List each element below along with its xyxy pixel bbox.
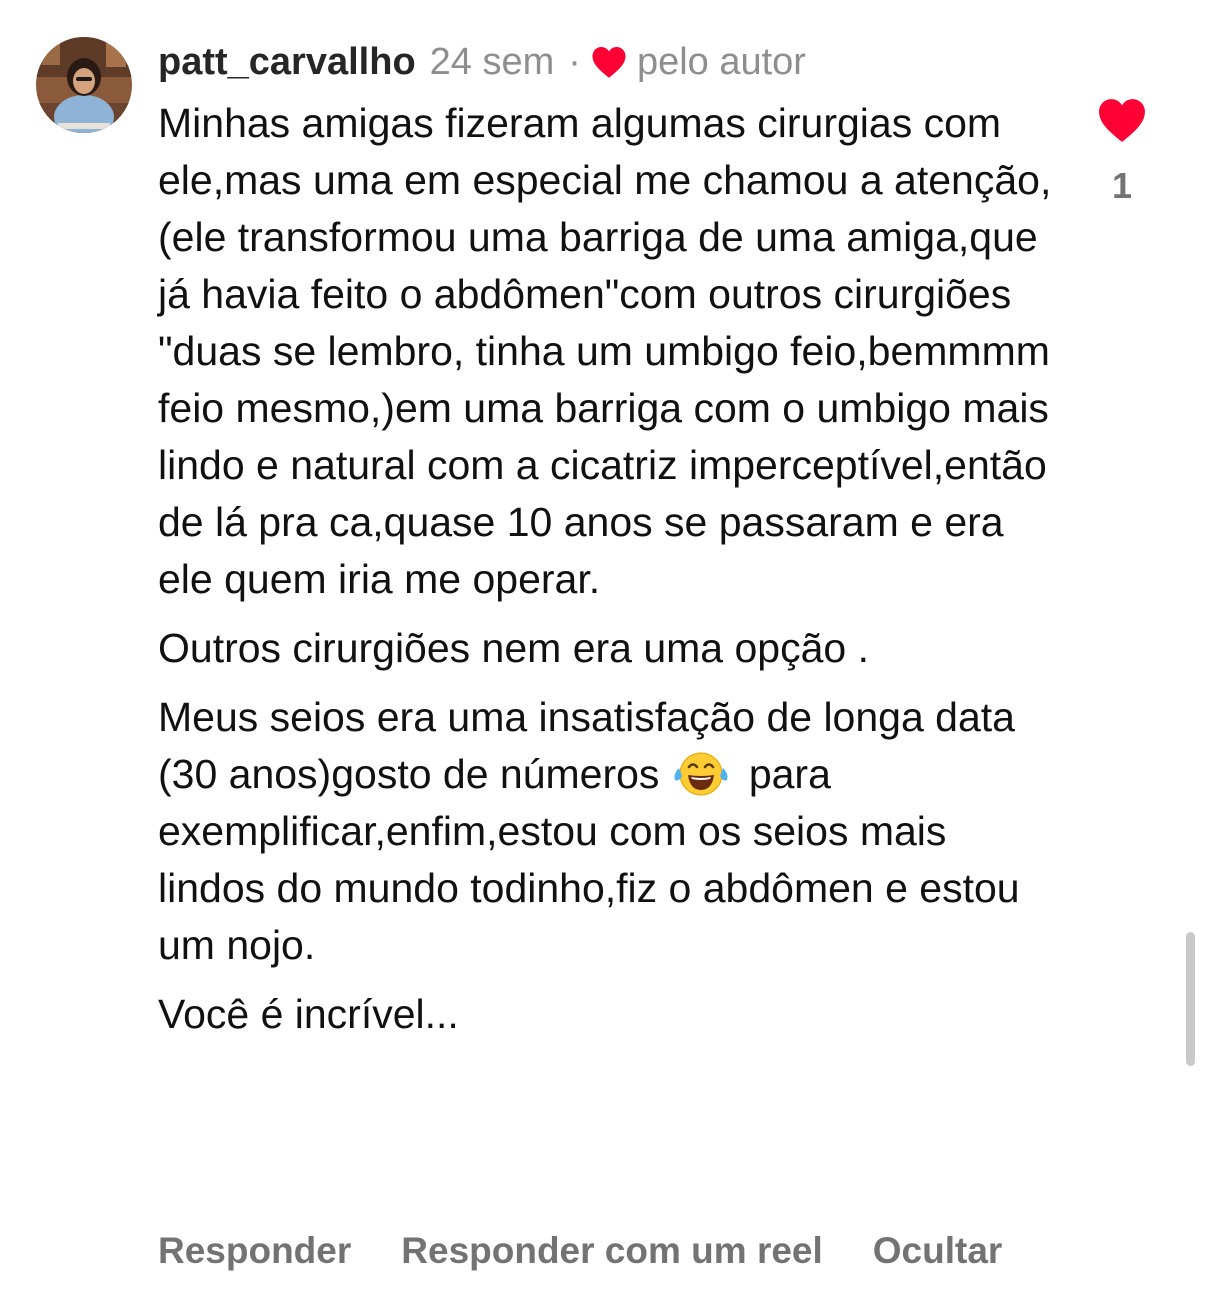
comment-text: Minhas amigas fizeram algumas cirurgias … [158, 95, 1058, 1043]
comment-actions: Responder Responder com um reel Ocultar [158, 1230, 1002, 1272]
comment-paragraph: Outros cirurgiões nem era uma opção . [158, 625, 869, 671]
reply-with-reel-button[interactable]: Responder com um reel [401, 1230, 823, 1272]
reply-button[interactable]: Responder [158, 1230, 351, 1272]
separator: · [568, 41, 581, 83]
like-count: 1 [1111, 165, 1133, 206]
username[interactable]: patt_carvallho [158, 36, 416, 88]
avatar-photo [36, 37, 132, 133]
comment-paragraph-text: Meus seios era uma insatisfação de longa… [158, 694, 1015, 797]
heart-icon[interactable] [1097, 97, 1147, 143]
comment-time: 24 sem [429, 41, 555, 83]
like-control[interactable]: 1 [1096, 97, 1148, 207]
heart-icon [592, 47, 626, 78]
comment-header: patt_carvallho 24 sem · pelo autor [158, 36, 1058, 88]
comment-paragraph: Meus seios era uma insatisfação de longa… [158, 689, 1058, 974]
comment-paragraph: Minhas amigas fizeram algumas cirurgias … [158, 100, 1052, 602]
laughing-tears-emoji-icon [674, 752, 728, 796]
scrollbar[interactable] [1186, 932, 1195, 1066]
hide-button[interactable]: Ocultar [873, 1230, 1003, 1272]
avatar[interactable] [36, 37, 132, 133]
comment: patt_carvallho 24 sem · pelo autor Minha… [158, 36, 1058, 1043]
comment-paragraph: Você é incrível... [158, 991, 459, 1037]
liked-by-author-label: pelo autor [636, 41, 806, 83]
